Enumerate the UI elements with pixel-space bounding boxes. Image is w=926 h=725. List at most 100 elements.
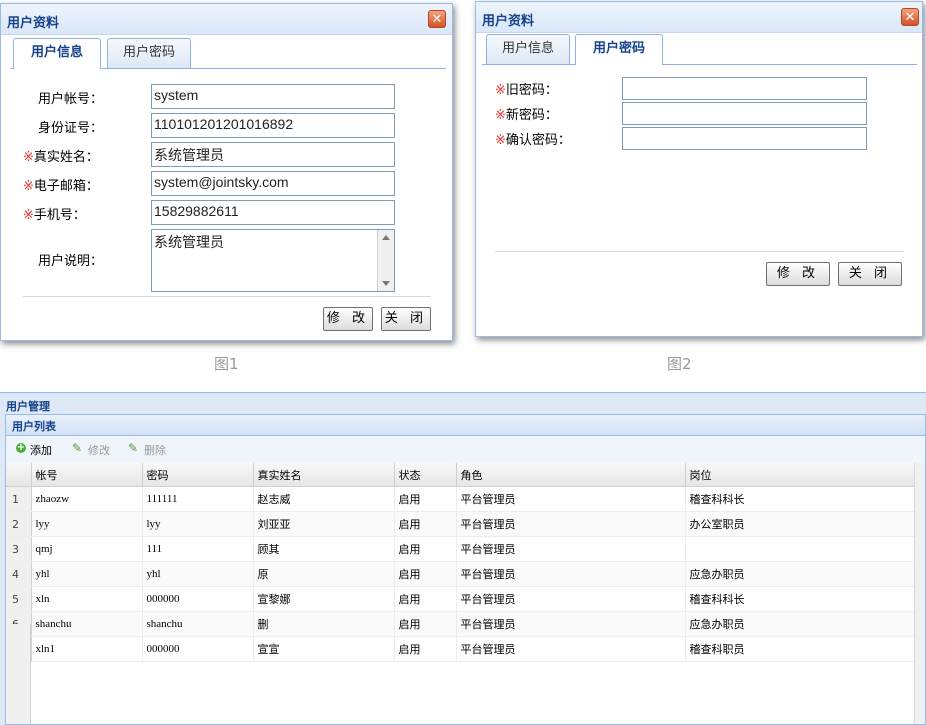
account-field[interactable]: system xyxy=(151,84,395,109)
modify-button[interactable]: 修 改 xyxy=(323,307,373,331)
scroll-up-icon[interactable] xyxy=(382,235,390,240)
old-password-label-text: 旧密码： xyxy=(505,83,558,98)
required-mark: ※ xyxy=(495,83,506,98)
table-row[interactable]: 6 shanchu shanchu 删 启用 平台管理员 应急办职员 xyxy=(6,611,918,637)
cell-real-name: 原 xyxy=(253,561,395,587)
cell-post xyxy=(685,536,918,562)
tab-bar: 用户信息 用户密码 xyxy=(482,30,917,65)
panel-title: 用户管理 xyxy=(6,400,50,413)
phone-label: ※手机号： xyxy=(23,204,86,223)
cell-status: 启用 xyxy=(394,586,457,612)
id-number-field[interactable]: 110101201201016892 xyxy=(151,113,395,138)
tab-user-password[interactable]: 用户密码 xyxy=(575,34,663,65)
table-row[interactable]: 2 lyy lyy 刘亚亚 启用 平台管理员 办公室职员 xyxy=(6,511,918,537)
new-password-label: ※新密码： xyxy=(495,104,558,123)
cell-account: shanchu xyxy=(31,611,143,637)
close-icon[interactable]: ✕ xyxy=(428,10,446,28)
confirm-password-label: ※确认密码： xyxy=(495,129,571,148)
email-field[interactable]: system@jointsky.com xyxy=(151,171,395,196)
confirm-password-input[interactable] xyxy=(622,127,867,150)
tab-user-info[interactable]: 用户信息 xyxy=(13,38,101,69)
list-title: 用户列表 xyxy=(12,420,56,433)
new-password-label-text: 新密码： xyxy=(505,108,558,123)
description-text: 系统管理员 xyxy=(154,234,224,250)
cell-password: shanchu xyxy=(142,611,254,637)
cell-account: xln xyxy=(31,586,143,612)
cell-post: 稽查科科长 xyxy=(685,486,918,512)
row-number: 2 xyxy=(6,511,32,537)
close-button[interactable]: 关 闭 xyxy=(838,262,902,286)
column-header-account[interactable]: 帐号 xyxy=(31,463,143,487)
dialog-header: 用户资料 ✕ xyxy=(1,4,452,35)
description-label: 用户说明： xyxy=(38,254,104,269)
cell-real-name: 删 xyxy=(253,611,395,637)
grid-scrollbar[interactable] xyxy=(914,463,925,724)
add-label: 添加 xyxy=(30,444,52,457)
cell-role: 平台管理员 xyxy=(456,611,686,637)
column-header-status[interactable]: 状态 xyxy=(394,463,457,487)
modify-button[interactable]: 修 改 xyxy=(766,262,830,286)
table-row[interactable]: 4 yhl yhl 原 启用 平台管理员 应急办职员 xyxy=(6,561,918,587)
phone-field[interactable]: 15829882611 xyxy=(151,200,395,225)
edit-label: 修改 xyxy=(88,444,110,457)
row-number-header xyxy=(6,463,32,487)
real-name-field[interactable]: 系统管理员 xyxy=(151,142,395,167)
column-header-role[interactable]: 角色 xyxy=(456,463,686,487)
cell-role: 平台管理员 xyxy=(456,536,686,562)
cell-password: lyy xyxy=(142,511,254,537)
add-button[interactable]: + 添加 xyxy=(16,441,62,457)
user-list-panel: 用户列表 + 添加 ✎ 修改 ✎ 删除 帐号 密码 真实姓名 状态 角色 岗位 … xyxy=(5,414,926,725)
table-row[interactable]: 5 xln 000000 宣黎娜 启用 平台管理员 稽查科科长 xyxy=(6,586,918,612)
cell-post: 稽查科科长 xyxy=(685,586,918,612)
close-button[interactable]: 关 闭 xyxy=(381,307,431,331)
required-mark: ※ xyxy=(23,150,34,165)
cell-password: 000000 xyxy=(142,586,254,612)
table-row[interactable]: 3 qmj 111 顾其 启用 平台管理员 xyxy=(6,536,918,562)
pencil-icon: ✎ xyxy=(72,441,83,455)
new-password-input[interactable] xyxy=(622,102,867,125)
description-textarea[interactable]: 系统管理员 xyxy=(151,229,395,292)
delete-label: 删除 xyxy=(144,444,166,457)
row-number: 5 xyxy=(6,586,32,612)
delete-button[interactable]: ✎ 删除 xyxy=(128,441,174,457)
id-number-label: 身份证号： xyxy=(38,121,104,136)
column-header-post[interactable]: 岗位 xyxy=(685,463,918,487)
cell-role: 平台管理员 xyxy=(456,561,686,587)
tab-bar: 用户信息 用户密码 xyxy=(11,34,446,69)
cell-role: 平台管理员 xyxy=(456,511,686,537)
cell-status: 启用 xyxy=(394,636,457,662)
plus-icon: + xyxy=(16,442,26,453)
row-number: 1 xyxy=(6,486,32,512)
old-password-input[interactable] xyxy=(622,77,867,100)
column-header-password[interactable]: 密码 xyxy=(142,463,254,487)
cell-status: 启用 xyxy=(394,611,457,637)
dialog-divider xyxy=(495,251,903,252)
textarea-scrollbar[interactable] xyxy=(377,230,394,291)
old-password-label: ※旧密码： xyxy=(495,79,558,98)
real-name-label: ※真实姓名： xyxy=(23,146,99,165)
close-icon[interactable]: ✕ xyxy=(901,8,919,26)
scroll-down-icon[interactable] xyxy=(382,281,390,286)
table-row[interactable]: 1 zhaozw 111111 赵志威 启用 平台管理员 稽查科科长 xyxy=(6,486,918,512)
user-info-dialog: 用户资料 ✕ 用户信息 用户密码 用户帐号： system 身份证号： 1101… xyxy=(0,3,453,341)
cell-status: 启用 xyxy=(394,536,457,562)
row-number: 3 xyxy=(6,536,32,562)
dialog-divider xyxy=(23,296,431,297)
cell-real-name: 宣宣 xyxy=(253,636,395,662)
figure-caption-2: 图2 xyxy=(667,355,692,373)
table-header-row: 帐号 密码 真实姓名 状态 角色 岗位 xyxy=(6,463,918,487)
tab-user-password[interactable]: 用户密码 xyxy=(107,38,191,68)
cell-post: 应急办职员 xyxy=(685,561,918,587)
cell-account: lyy xyxy=(31,511,143,537)
email-label: ※电子邮箱： xyxy=(23,175,99,194)
table-row[interactable]: 7 xln1 000000 宣宣 启用 平台管理员 稽查科职员 xyxy=(6,636,918,662)
cell-real-name: 赵志威 xyxy=(253,486,395,512)
toolbar: + 添加 ✎ 修改 ✎ 删除 xyxy=(6,436,925,464)
list-title-bar: 用户列表 xyxy=(6,415,925,436)
tab-user-info[interactable]: 用户信息 xyxy=(486,34,570,64)
edit-button[interactable]: ✎ 修改 xyxy=(72,441,118,457)
confirm-password-label-text: 确认密码： xyxy=(505,133,571,148)
cell-role: 平台管理员 xyxy=(456,486,686,512)
column-header-real-name[interactable]: 真实姓名 xyxy=(253,463,395,487)
required-mark: ※ xyxy=(23,179,34,194)
